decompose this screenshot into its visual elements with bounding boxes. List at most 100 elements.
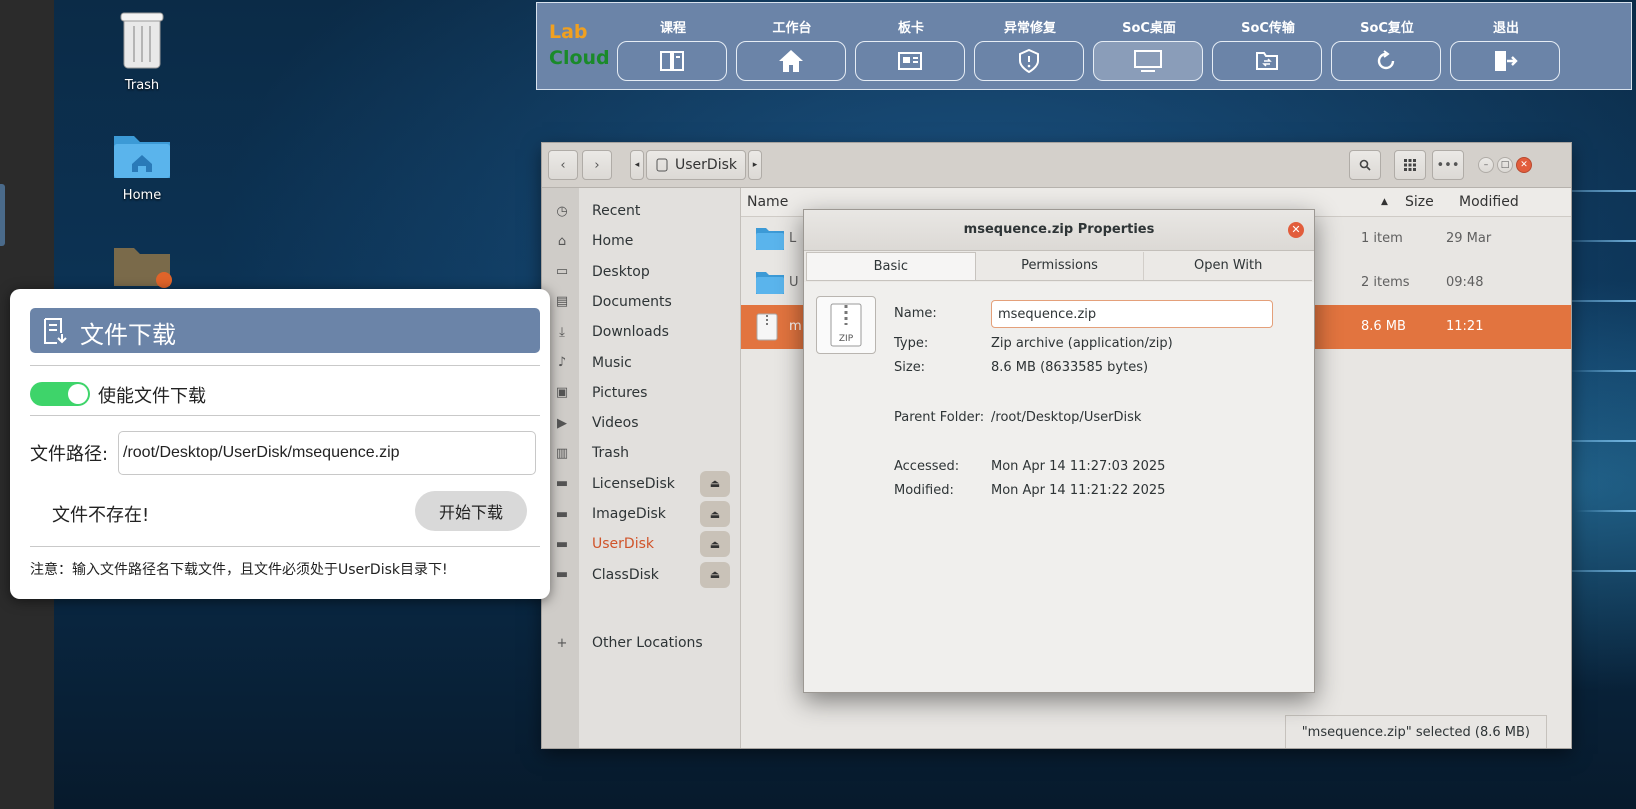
toolbar-item-workbench: 工作台 — [736, 3, 848, 89]
toolbar-item-soc-reset: SoC复位 — [1331, 3, 1443, 89]
download-note: 注意：输入文件路径名下载文件，且文件必须处于UserDisk目录下! — [30, 562, 448, 578]
sidebar-item-label: LicenseDisk — [592, 475, 675, 492]
repair-button[interactable] — [974, 41, 1084, 81]
desktop-icon-partial[interactable] — [97, 244, 187, 292]
trash-icon — [120, 12, 164, 69]
workbench-button[interactable] — [736, 41, 846, 81]
toolbar-item-label: 异常修复 — [1003, 21, 1056, 36]
divider — [30, 365, 540, 366]
path-right-arrow[interactable]: ▸ — [747, 150, 762, 180]
menu-button[interactable]: ••• — [1432, 150, 1464, 180]
sidebar-item-home[interactable]: ⌂ Home — [542, 226, 740, 256]
maximize-icon: □ — [1500, 160, 1510, 170]
sidebar-item-label: UserDisk — [592, 536, 654, 553]
music-icon: ♪ — [557, 355, 567, 370]
file-path-input[interactable] — [118, 431, 536, 475]
dialog-close-button[interactable]: ✕ — [1288, 222, 1304, 238]
toolbar-item-soc-transfer: SoC传输 — [1212, 3, 1324, 89]
sidebar-item-label: ImageDisk — [592, 506, 666, 522]
type-value: Zip archive (application/zip) — [991, 336, 1173, 351]
tab-open-with[interactable]: Open With — [1144, 252, 1312, 280]
course-button[interactable] — [617, 41, 727, 81]
download-panel-header: 文件下载 — [30, 308, 540, 353]
exit-button[interactable] — [1450, 41, 1560, 81]
sidebar-item-other-locations[interactable]: + Other Locations — [542, 628, 740, 658]
enable-download-label: 使能文件下载 — [98, 386, 206, 407]
column-modified[interactable]: Modified — [1459, 194, 1519, 210]
sidebar-item-trash[interactable]: ▥ Trash — [542, 438, 740, 468]
file-icon-button[interactable]: ZIP — [816, 296, 876, 354]
sidebar-item-desktop[interactable]: ▭ Desktop — [542, 257, 740, 287]
minimize-icon: – — [1483, 160, 1489, 170]
sidebar-item-label: Documents — [592, 293, 672, 310]
back-button[interactable]: ‹ — [548, 150, 578, 180]
parent-folder-label: Parent Folder: — [894, 410, 985, 425]
size-value: 8.6 MB (8633585 bytes) — [991, 360, 1149, 375]
board-button[interactable] — [855, 41, 965, 81]
pictures-icon: ▣ — [555, 385, 569, 401]
sidebar-item-label: Desktop — [592, 263, 650, 280]
toolbar-item-board: 板卡 — [855, 3, 967, 89]
start-download-button[interactable]: 开始下载 — [415, 491, 527, 531]
divider — [30, 546, 540, 547]
file-path-label: 文件路径: — [30, 444, 109, 465]
soc-reset-button[interactable] — [1331, 41, 1441, 81]
places-sidebar: ◷ Recent ⌂ Home ▭ Desktop ▤ Documents ⤓ Downloads… — [542, 188, 741, 748]
dock-handle[interactable] — [0, 184, 5, 246]
file-download-panel: 文件下载 使能文件下载 文件路径: 文件不存在! 开始下载 注意：输入文件路径名… — [10, 289, 550, 599]
drive-icon: ▬ — [555, 476, 569, 492]
chevron-right-icon: › — [594, 157, 600, 173]
drive-icon — [656, 158, 668, 172]
soc-transfer-button[interactable] — [1212, 41, 1322, 81]
minimize-button[interactable]: – — [1478, 157, 1494, 173]
desktop-icon-label: Trash — [124, 78, 160, 93]
exit-icon — [1495, 51, 1518, 71]
eject-icon[interactable]: ⏏ — [700, 470, 730, 497]
accessed-label: Accessed: — [894, 459, 960, 474]
path-left-arrow[interactable]: ◂ — [630, 150, 644, 180]
drive-icon: ▬ — [555, 567, 569, 583]
soc-desktop-button[interactable] — [1093, 41, 1203, 81]
view-toggle-button[interactable] — [1394, 150, 1426, 180]
zip-file-icon — [756, 313, 778, 341]
sidebar-item-licensedisk[interactable]: ▬ LicenseDisk ⏏ — [542, 469, 740, 499]
tab-basic[interactable]: Basic — [806, 252, 976, 280]
sidebar-item-classdisk[interactable]: ▬ ClassDisk ⏏ — [542, 560, 740, 590]
eject-icon[interactable]: ⏏ — [700, 561, 730, 588]
toolbar-item-label: SoC传输 — [1241, 21, 1295, 36]
window-close-button[interactable]: ✕ — [1516, 157, 1532, 173]
eject-icon[interactable]: ⏏ — [700, 531, 730, 558]
maximize-button[interactable]: □ — [1497, 157, 1513, 173]
sidebar-item-downloads[interactable]: ⤓ Downloads — [542, 317, 740, 347]
sidebar-item-pictures[interactable]: ▣ Pictures — [542, 378, 740, 408]
name-field[interactable] — [991, 300, 1273, 328]
trash-icon: ▥ — [555, 445, 569, 461]
column-name[interactable]: Name — [747, 194, 788, 210]
plus-icon: + — [556, 635, 568, 651]
folder-transfer-icon — [1256, 52, 1278, 70]
basic-pane: ZIP Name: Type: Zip archive (application… — [804, 282, 1314, 692]
sidebar-item-userdisk[interactable]: ▬ UserDisk ⏏ — [542, 529, 740, 559]
search-button[interactable] — [1349, 150, 1381, 180]
sidebar-item-imagedisk[interactable]: ▬ ImageDisk ⏏ — [542, 499, 740, 529]
sidebar-item-documents[interactable]: ▤ Documents — [542, 287, 740, 317]
sidebar-item-recent[interactable]: ◷ Recent — [542, 196, 740, 226]
folder-icon — [756, 272, 784, 294]
download-status-message: 文件不存在! — [52, 505, 150, 526]
download-panel-title: 文件下载 — [80, 321, 176, 349]
dialog-tabs: Basic Permissions Open With — [806, 252, 1312, 281]
forward-button[interactable]: › — [582, 150, 612, 180]
desktop-icon-trash[interactable]: Trash — [97, 8, 187, 93]
sidebar-item-videos[interactable]: ▶ Videos — [542, 408, 740, 438]
tab-permissions[interactable]: Permissions — [976, 252, 1145, 280]
column-size[interactable]: Size — [1405, 194, 1434, 210]
refresh-icon — [1377, 50, 1395, 70]
shield-icon — [1019, 49, 1039, 73]
enable-download-toggle[interactable] — [30, 382, 90, 406]
sidebar-item-music[interactable]: ♪ Music — [542, 348, 740, 378]
desktop-icon-home[interactable]: Home — [97, 128, 187, 203]
toolbar-item-label: SoC复位 — [1360, 21, 1414, 36]
path-segment-userdisk[interactable]: UserDisk — [646, 150, 746, 180]
modified-value: Mon Apr 14 11:21:22 2025 — [991, 483, 1166, 498]
eject-icon[interactable]: ⏏ — [700, 501, 730, 527]
